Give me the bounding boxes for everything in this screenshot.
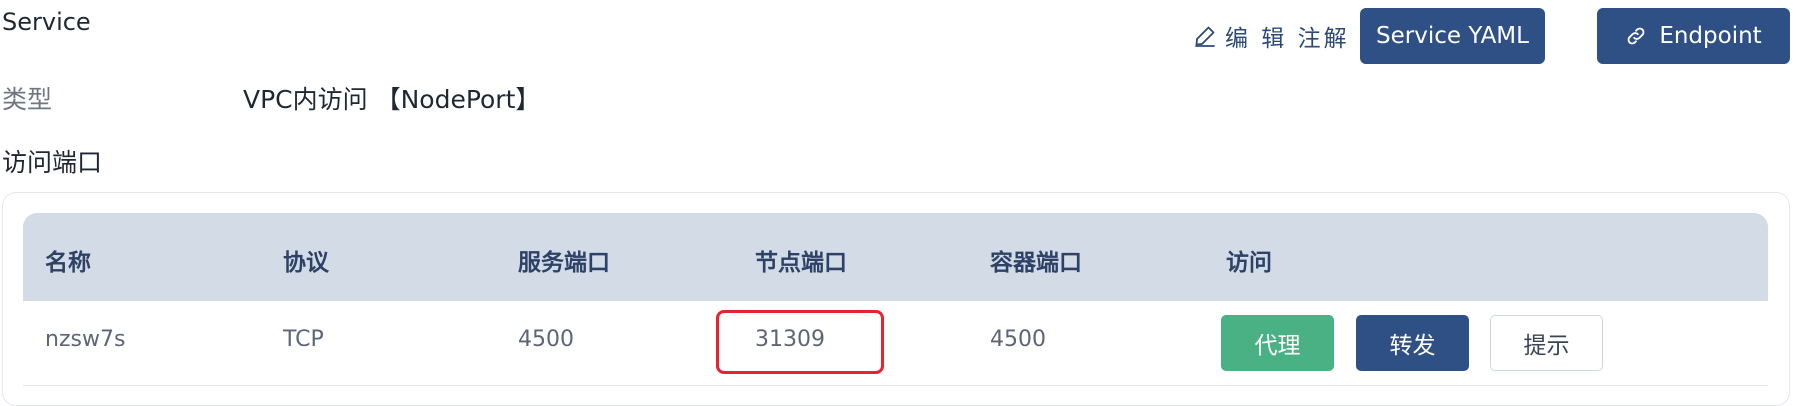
endpoint-button[interactable]: Endpoint bbox=[1597, 8, 1790, 64]
node-port-highlight bbox=[716, 310, 884, 374]
ports-table-header: 名称 协议 服务端口 节点端口 容器端口 访问 bbox=[23, 213, 1768, 301]
column-header-access: 访问 bbox=[1226, 250, 1272, 276]
edit-annotation-link[interactable]: 编 辑 注解 bbox=[1193, 18, 1350, 54]
column-header-name: 名称 bbox=[45, 250, 91, 276]
service-yaml-label: Service YAML bbox=[1376, 23, 1529, 49]
edit-icon bbox=[1193, 24, 1217, 48]
column-header-service-port: 服务端口 bbox=[518, 250, 610, 276]
section-title: Service bbox=[2, 8, 91, 36]
service-yaml-button[interactable]: Service YAML bbox=[1360, 8, 1545, 64]
ports-heading: 访问端口 bbox=[2, 148, 103, 177]
type-value: VPC内访问 【NodePort】 bbox=[243, 85, 541, 114]
protocol-cell: TCP bbox=[283, 327, 324, 352]
forward-button[interactable]: 转发 bbox=[1356, 315, 1469, 371]
column-header-container-port: 容器端口 bbox=[990, 250, 1082, 276]
proxy-button[interactable]: 代理 bbox=[1221, 315, 1334, 371]
edit-annotation-label: 编 辑 注解 bbox=[1225, 26, 1350, 52]
service-port-cell: 4500 bbox=[518, 327, 574, 352]
column-header-protocol: 协议 bbox=[283, 250, 329, 276]
hint-button[interactable]: 提示 bbox=[1490, 315, 1603, 371]
port-name-cell: nzsw7s bbox=[45, 327, 126, 352]
table-row: nzsw7s TCP 4500 31309 4500 代理 转发 提示 bbox=[23, 303, 1768, 386]
container-port-cell: 4500 bbox=[990, 327, 1046, 352]
column-header-node-port: 节点端口 bbox=[755, 250, 847, 276]
link-icon bbox=[1625, 25, 1647, 47]
endpoint-label: Endpoint bbox=[1659, 23, 1762, 49]
type-label: 类型 bbox=[2, 85, 53, 114]
